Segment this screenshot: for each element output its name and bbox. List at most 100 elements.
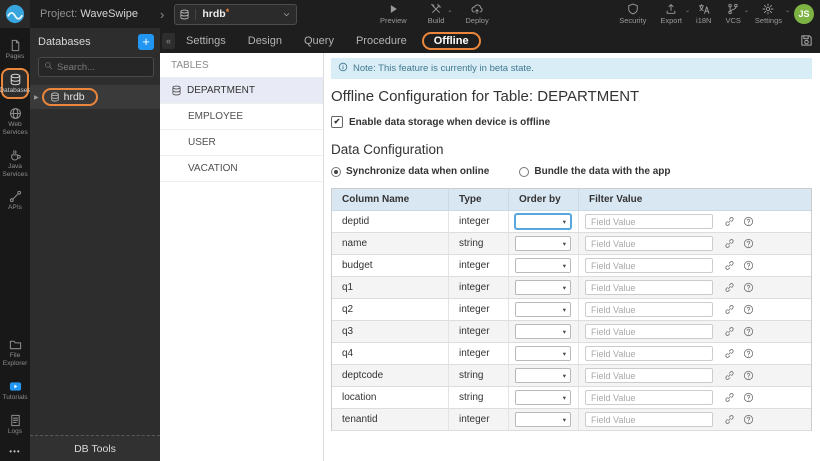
- sync-options: Synchronize data when online Bundle the d…: [331, 166, 812, 177]
- tab-settings[interactable]: Settings: [175, 32, 237, 50]
- add-database-button[interactable]: +: [138, 34, 154, 50]
- tab-procedure[interactable]: Procedure: [345, 32, 418, 50]
- save-icon[interactable]: [800, 34, 813, 47]
- filter-value-input[interactable]: [585, 236, 713, 251]
- filter-value-input[interactable]: [585, 324, 713, 339]
- sidebar-item-file-explorer[interactable]: File Explorer: [1, 333, 29, 372]
- radio-option-synchronize[interactable]: Synchronize data when online: [331, 166, 489, 177]
- sidebar-item-java-services[interactable]: Java Services: [1, 144, 29, 183]
- sidebar-item-pages[interactable]: Pages: [1, 34, 29, 65]
- filter-value-input[interactable]: [585, 390, 713, 405]
- order-by-cell: ▾: [509, 233, 579, 255]
- app-body: Pages Databases Web Services Java Services A…: [0, 28, 820, 461]
- order-by-select[interactable]: ▾: [515, 346, 571, 361]
- config-header-cell: Order by: [509, 189, 579, 211]
- help-icon[interactable]: [743, 260, 754, 271]
- row-action-icons: [724, 260, 754, 271]
- database-search-input[interactable]: Search...: [38, 57, 154, 77]
- tree-expand-icon[interactable]: ▶: [34, 94, 39, 101]
- db-tree-item-hrdb[interactable]: ▶ hrdb: [30, 85, 160, 109]
- order-by-select[interactable]: ▾: [515, 302, 571, 317]
- help-icon[interactable]: [743, 348, 754, 359]
- order-by-select[interactable]: ▾: [515, 258, 571, 273]
- filter-value-input[interactable]: [585, 214, 713, 229]
- sidebar-item-apis[interactable]: APIs: [1, 185, 29, 216]
- checkbox-icon[interactable]: ✔: [331, 116, 343, 128]
- help-icon[interactable]: [743, 282, 754, 293]
- db-tools-button[interactable]: DB Tools: [30, 435, 160, 461]
- link-icon[interactable]: [724, 216, 735, 227]
- tab-offline[interactable]: Offline: [421, 31, 481, 50]
- chevron-down-icon: ⌄: [447, 8, 453, 14]
- table-item-vacation[interactable]: VACATION: [160, 156, 323, 182]
- row-action-icons: [724, 392, 754, 403]
- table-item-department[interactable]: DEPARTMENT: [160, 78, 323, 104]
- help-icon[interactable]: [743, 238, 754, 249]
- table-item-employee[interactable]: EMPLOYEE: [160, 104, 323, 130]
- main-sidebar: Pages Databases Web Services Java Services A…: [0, 28, 31, 461]
- security-button[interactable]: Security: [617, 2, 648, 26]
- order-by-select[interactable]: ▾: [515, 390, 571, 405]
- enable-offline-checkbox[interactable]: ✔ Enable data storage when device is off…: [331, 116, 812, 128]
- filter-value-input[interactable]: [585, 346, 713, 361]
- order-by-select[interactable]: ▾: [515, 214, 571, 229]
- db-selector-dropdown[interactable]: hrdb*: [174, 3, 298, 25]
- table-item-user[interactable]: USER: [160, 130, 323, 156]
- select-caret-icon: ▾: [562, 306, 566, 314]
- radio-icon[interactable]: [519, 166, 530, 177]
- link-icon[interactable]: [724, 260, 735, 271]
- i18n-button[interactable]: i18N: [694, 2, 713, 26]
- sidebar-more-button[interactable]: •••: [9, 447, 20, 456]
- order-by-select[interactable]: ▾: [515, 280, 571, 295]
- help-icon[interactable]: [743, 414, 754, 425]
- vcs-button[interactable]: VCS ⌄: [723, 2, 749, 26]
- sidebar-item-tutorials[interactable]: Tutorials: [1, 375, 29, 406]
- export-button[interactable]: Export ⌄: [658, 2, 690, 26]
- row-action-icons: [724, 370, 754, 381]
- link-icon[interactable]: [724, 348, 735, 359]
- order-by-select[interactable]: ▾: [515, 412, 571, 427]
- filter-value-input[interactable]: [585, 368, 713, 383]
- build-button[interactable]: Build ⌄: [426, 2, 452, 26]
- link-icon[interactable]: [724, 392, 735, 403]
- link-icon[interactable]: [724, 414, 735, 425]
- preview-button[interactable]: Preview: [378, 2, 409, 26]
- tab-design[interactable]: Design: [237, 32, 293, 50]
- link-icon[interactable]: [724, 304, 735, 315]
- databases-panel-title: Databases: [38, 36, 91, 48]
- deploy-button[interactable]: Deploy: [463, 2, 490, 26]
- column-type: string: [459, 370, 484, 381]
- column-type: integer: [459, 326, 490, 337]
- help-icon[interactable]: [743, 304, 754, 315]
- column-name-cell: q3: [332, 321, 449, 343]
- sidebar-item-databases[interactable]: Databases: [0, 67, 31, 99]
- radio-icon[interactable]: [331, 166, 341, 177]
- link-icon[interactable]: [724, 282, 735, 293]
- collapse-panel-button[interactable]: «: [162, 32, 175, 49]
- sidebar-item-logs[interactable]: Logs: [1, 409, 29, 440]
- filter-value-input[interactable]: [585, 280, 713, 295]
- tab-query[interactable]: Query: [293, 32, 345, 50]
- filter-value-input[interactable]: [585, 258, 713, 273]
- link-icon[interactable]: [724, 326, 735, 337]
- help-icon[interactable]: [743, 216, 754, 227]
- link-icon[interactable]: [724, 370, 735, 381]
- order-by-cell: ▾: [509, 321, 579, 343]
- order-by-select[interactable]: ▾: [515, 324, 571, 339]
- filter-value-input[interactable]: [585, 302, 713, 317]
- order-by-select[interactable]: ▾: [515, 236, 571, 251]
- user-avatar[interactable]: JS: [794, 4, 814, 24]
- deploy-label: Deploy: [465, 16, 489, 25]
- help-icon[interactable]: [743, 392, 754, 403]
- help-icon[interactable]: [743, 370, 754, 381]
- radio-option-bundle[interactable]: Bundle the data with the app: [519, 166, 670, 177]
- filter-value-input[interactable]: [585, 412, 713, 427]
- sidebar-item-web-services[interactable]: Web Services: [1, 102, 29, 141]
- link-icon[interactable]: [724, 238, 735, 249]
- order-by-select[interactable]: ▾: [515, 368, 571, 383]
- wavemaker-logo[interactable]: [0, 0, 30, 28]
- select-caret-icon: ▾: [562, 328, 566, 336]
- help-icon[interactable]: [743, 326, 754, 337]
- filter-value-cell: [579, 233, 811, 255]
- settings-button[interactable]: Settings ⌄: [753, 2, 790, 26]
